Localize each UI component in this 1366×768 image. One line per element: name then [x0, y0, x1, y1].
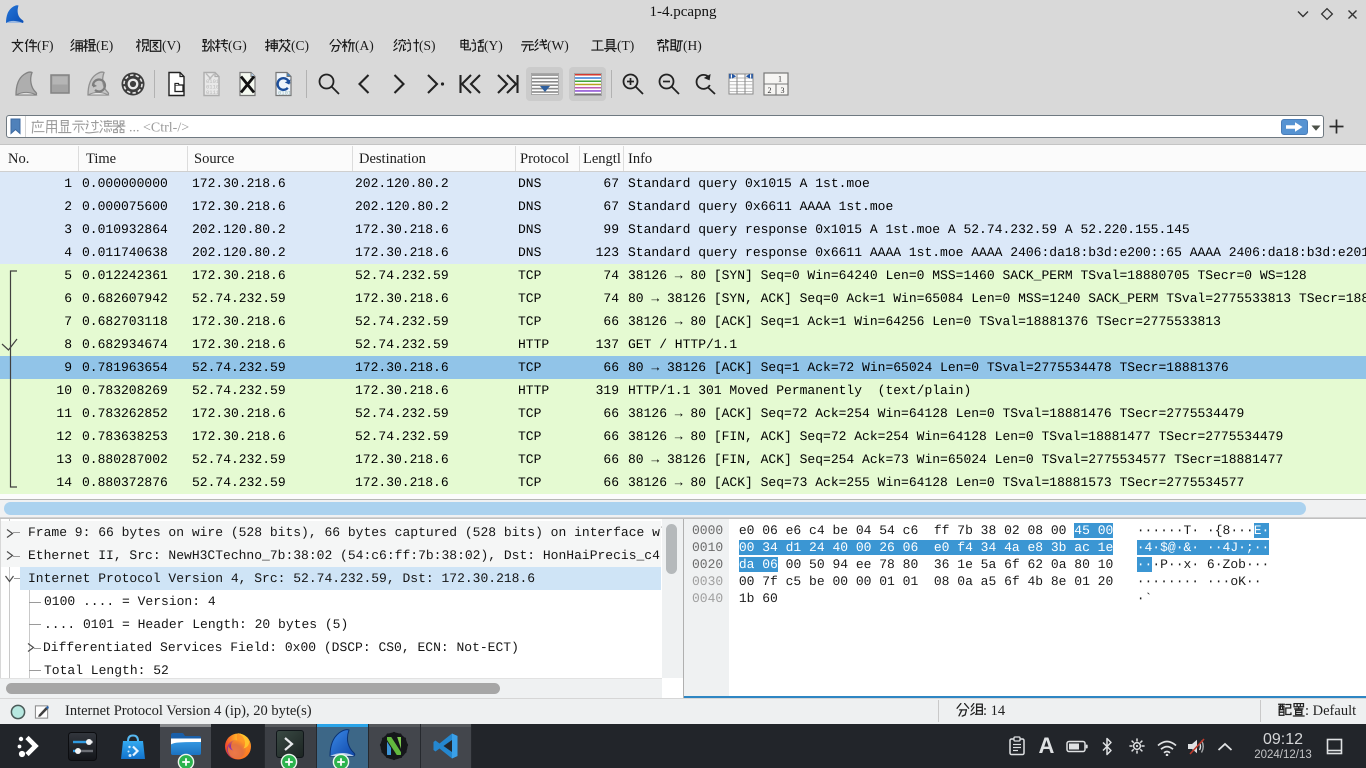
svg-text:2: 2 — [768, 86, 772, 95]
svg-text:3: 3 — [781, 86, 785, 95]
svg-text:0111: 0111 — [206, 89, 220, 96]
svg-text:1: 1 — [778, 75, 782, 84]
